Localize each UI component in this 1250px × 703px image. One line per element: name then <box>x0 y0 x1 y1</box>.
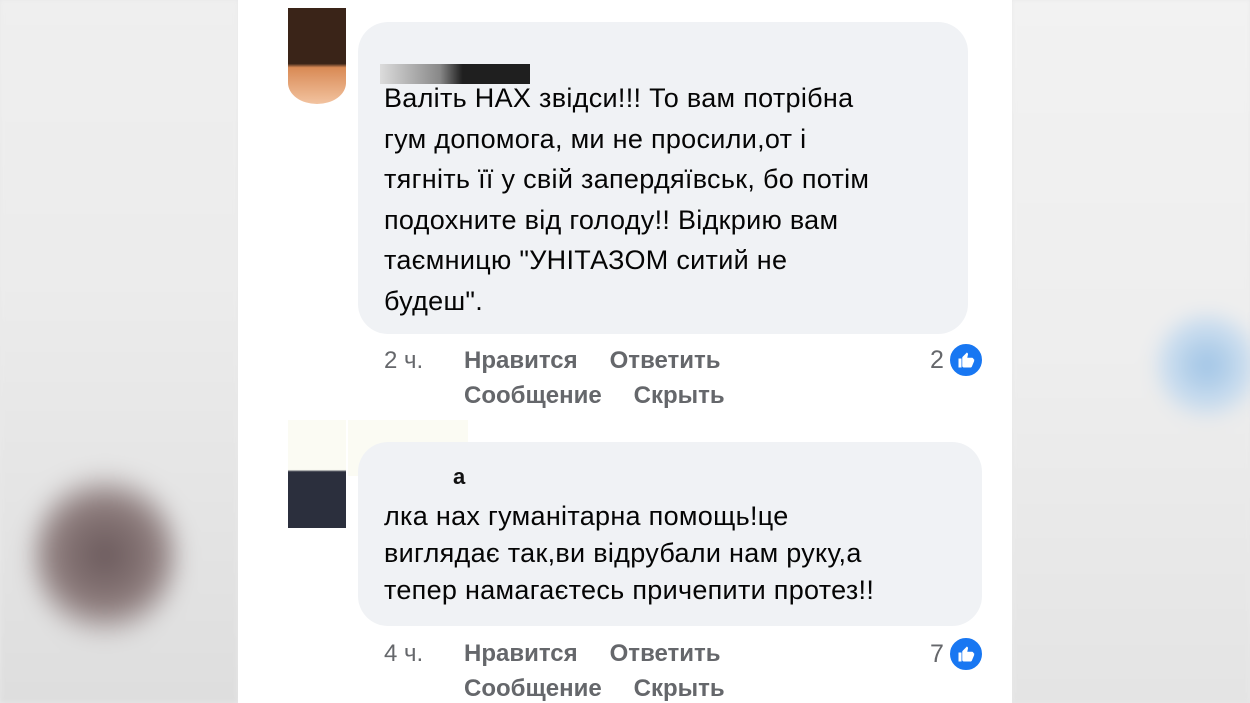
like-icon <box>947 342 984 378</box>
reaction-summary[interactable]: 2 <box>930 342 984 378</box>
reply-button[interactable]: Ответить <box>610 343 721 378</box>
like-button[interactable]: Нравится <box>464 636 578 671</box>
comment-bubble: а лка нах гуманітарна помощь!це виглядає… <box>358 442 982 626</box>
timestamp[interactable]: 4 ч. <box>384 636 464 671</box>
comment-actions: 4 ч. Нравится Ответить Сообщение Скрыть <box>384 636 757 703</box>
reaction-summary[interactable]: 7 <box>930 636 984 672</box>
blurred-background-left <box>0 0 238 703</box>
timestamp[interactable]: 2 ч. <box>384 343 464 378</box>
avatar[interactable] <box>288 420 346 528</box>
like-icon <box>947 636 984 672</box>
like-button[interactable]: Нравится <box>464 343 578 378</box>
blurred-blob <box>1152 310 1250 420</box>
comment-actions: 2 ч. Нравится Ответить Сообщение Скрыть <box>384 343 757 413</box>
reply-button[interactable]: Ответить <box>610 636 721 671</box>
author-name-fragment[interactable]: а <box>453 464 465 490</box>
reaction-count: 2 <box>930 345 944 374</box>
comment-bubble: Валіть НАХ звідси!!! То вам потрібна гум… <box>358 22 968 334</box>
blurred-background-right <box>1012 0 1250 703</box>
reaction-count: 7 <box>930 639 944 668</box>
comments-panel: Валіть НАХ звідси!!! То вам потрібна гум… <box>238 0 1012 703</box>
avatar[interactable] <box>288 8 346 104</box>
comment-text: Валіть НАХ звідси!!! То вам потрібна гум… <box>384 83 870 316</box>
blurred-blob <box>30 470 180 640</box>
hide-button[interactable]: Скрыть <box>634 671 725 703</box>
comment-text: лка нах гуманітарна помощь!це виглядає т… <box>384 501 875 605</box>
message-button[interactable]: Сообщение <box>464 671 602 703</box>
hide-button[interactable]: Скрыть <box>634 378 725 413</box>
message-button[interactable]: Сообщение <box>464 378 602 413</box>
